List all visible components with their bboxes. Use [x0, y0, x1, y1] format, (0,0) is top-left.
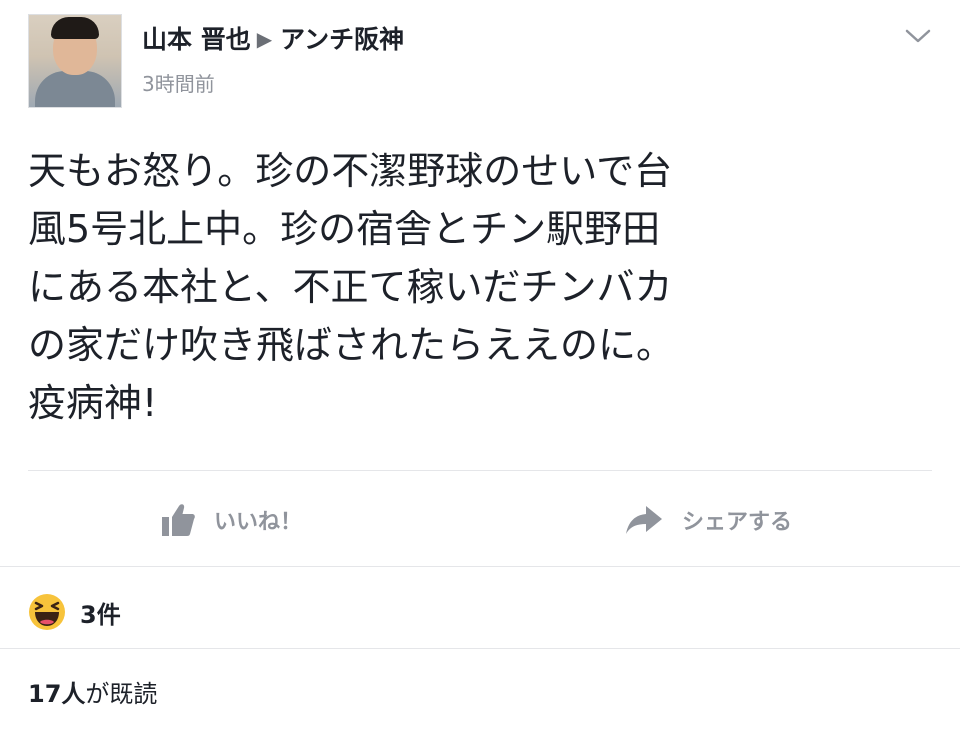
divider [0, 648, 960, 649]
seen-by-text[interactable]: 17人が既読 [28, 674, 157, 709]
post-timestamp[interactable]: 3時間前 [142, 68, 215, 97]
divider [0, 566, 960, 567]
divider [28, 470, 932, 471]
reaction-count: 3件 [80, 600, 121, 629]
author-name[interactable]: 山本 晋也 [142, 25, 251, 54]
like-button[interactable]: いいね！ [160, 492, 302, 548]
post-header: 山本 晋也 ▶ アンチ阪神 3時間前 [28, 12, 932, 108]
play-arrow-icon: ▶ [256, 27, 273, 51]
haha-emoji-icon [29, 594, 65, 630]
avatar[interactable] [28, 14, 122, 108]
author-line: 山本 晋也 ▶ アンチ阪神 [142, 20, 404, 56]
reaction-summary[interactable]: 3件 [28, 590, 121, 634]
share-label: シェアする [682, 510, 793, 535]
seen-suffix: が既読 [85, 680, 158, 708]
thumbs-up-icon [162, 504, 195, 536]
facebook-post: 山本 晋也 ▶ アンチ阪神 3時間前 天もお怒り。珍の不潔野球のせいで台 風5号北上… [0, 0, 960, 738]
avatar-body-shape [35, 71, 115, 107]
post-body-text: 天もお怒り。珍の不潔野球のせいで台 風5号北上中。珍の宿舎とチン駅野田 にある本… [28, 149, 675, 425]
share-arrow-icon [626, 506, 662, 534]
like-label: いいね！ [214, 510, 303, 535]
share-button[interactable]: シェアする [624, 492, 792, 548]
chevron-down-icon[interactable] [904, 26, 932, 46]
seen-count: 17人 [28, 680, 86, 708]
group-name[interactable]: アンチ阪神 [280, 25, 404, 54]
avatar-hair-shape [51, 17, 99, 39]
